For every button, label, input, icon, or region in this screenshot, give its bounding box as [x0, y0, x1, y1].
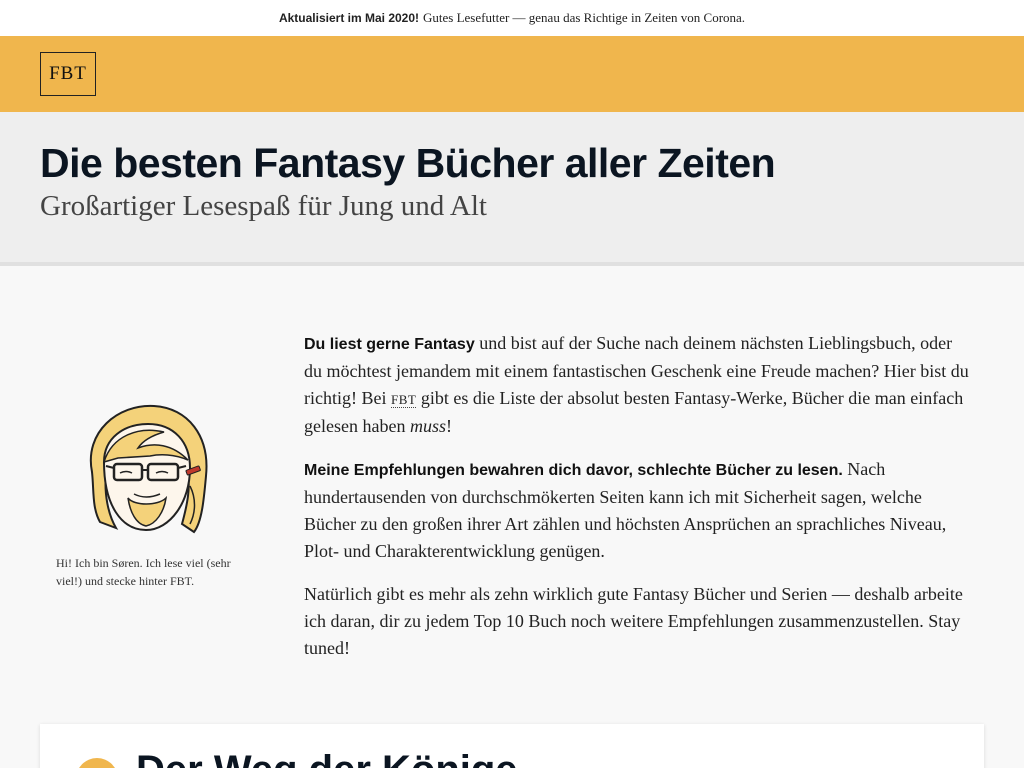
site-logo[interactable]: FBT: [40, 52, 96, 96]
main-content: Hi! Ich bin Søren. Ich lese viel (sehr v…: [0, 266, 1024, 768]
page-title: Die besten Fantasy Bücher aller Zeiten: [40, 140, 776, 186]
intro-emphasis: muss: [409, 416, 446, 436]
rank-badge: [76, 758, 118, 768]
fbt-abbr: FBT: [390, 392, 417, 408]
intro-paragraph-1: Du liest gerne Fantasy und bist auf der …: [304, 330, 974, 440]
intro-paragraph-3: Natürlich gibt es mehr als zehn wirklich…: [304, 584, 963, 658]
announcement-bar: Aktualisiert im Mai 2020! Gutes Lesefutt…: [0, 0, 1024, 36]
announcement-highlight: Aktualisiert im Mai 2020!: [278, 11, 420, 25]
intro-lead-2: Meine Empfehlungen bewahren dich davor, …: [304, 462, 843, 479]
author-avatar-icon: [89, 404, 208, 534]
intro-text: Du liest gerne Fantasy und bist auf der …: [304, 330, 974, 678]
book-card[interactable]: Der Weg der Könige: [40, 724, 984, 768]
page-subtitle: Großartiger Lesespaß für Jung und Alt: [40, 190, 487, 222]
hero: Die besten Fantasy Bücher aller Zeiten G…: [0, 112, 1024, 266]
intro-text-1-end: !: [445, 416, 452, 436]
book-card-title[interactable]: Der Weg der Könige: [136, 748, 518, 768]
intro-paragraph-2: Meine Empfehlungen bewahren dich davor, …: [304, 456, 974, 565]
announcement-text: Gutes Lesefutter — genau das Richtige in…: [423, 10, 746, 25]
brand-bar: FBT: [0, 36, 1024, 112]
author-caption: Hi! Ich bin Søren. Ich lese viel (sehr v…: [56, 556, 231, 588]
intro-lead-1: Du liest gerne Fantasy: [304, 336, 475, 353]
